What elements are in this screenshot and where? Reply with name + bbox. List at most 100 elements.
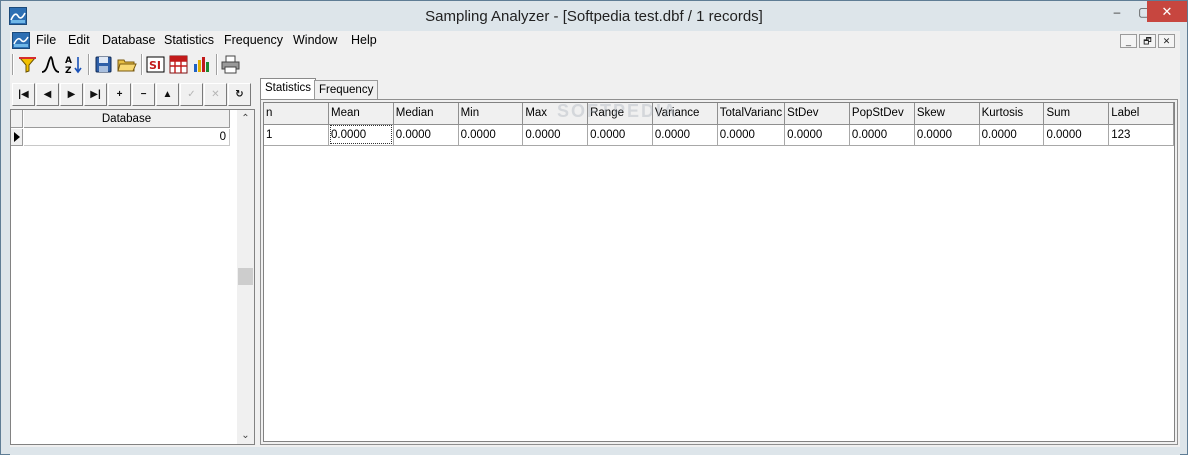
record-navigator: |◀ ◀ ▶ ▶| + − ▲ ✓ ✕ ↻ [10,81,257,107]
statistics-grid[interactable]: n Mean Median Min Max Range Variance Tot… [263,102,1175,442]
mdi-restore-button[interactable]: 🗗 [1139,34,1156,48]
toolbar-separator [88,54,90,75]
close-button[interactable]: ✕ [1147,1,1187,22]
menu-file[interactable]: File [36,33,56,47]
app-window: Sampling Analyzer - [Softpedia test.dbf … [0,0,1188,455]
column-header-skew[interactable]: Skew [914,103,980,125]
next-record-icon: ▶ [67,89,76,100]
database-grid[interactable]: Database 0 ⌃ ⌄ [10,109,255,445]
first-record-icon: |◀ [18,89,29,100]
menu-database[interactable]: Database [102,33,156,47]
mdi-close-button[interactable]: ✕ [1158,34,1175,48]
table-cell[interactable]: 0.0000 [458,124,524,146]
client-area: |◀ ◀ ▶ ▶| + − ▲ ✓ ✕ ↻ Database 0 ⌃ ⌄ Sta… [10,78,1180,447]
database-cell[interactable]: 0 [24,129,230,146]
refresh-icon: ↻ [235,89,244,100]
navigator-insert-button[interactable]: + [108,83,131,106]
column-header-kurtosis[interactable]: Kurtosis [979,103,1045,125]
navigator-edit-button[interactable]: ▲ [156,83,179,106]
minimize-icon: ‒ [1113,4,1121,19]
post-record-icon: ✓ [187,89,196,100]
menu-window[interactable]: Window [293,33,337,47]
table-cell[interactable]: 0.0000 [1043,124,1110,146]
column-header-sum[interactable]: Sum [1043,103,1110,125]
statistics-header-row: n Mean Median Min Max Range Variance Tot… [264,103,1174,125]
sort-az-icon[interactable]: A Z [63,54,84,75]
mdi-minimize-button[interactable]: _ [1120,34,1137,48]
table-cell[interactable]: 0.0000 [393,124,459,146]
navigator-cancel-button[interactable]: ✕ [204,83,227,106]
svg-text:SI: SI [149,59,161,72]
table-cell[interactable]: 0.0000 [652,124,718,146]
table-cell[interactable]: 0.0000 [587,124,653,146]
table-cell[interactable]: 0.0000 [717,124,786,146]
table-cell[interactable]: 0.0000 [328,124,394,146]
scroll-down-icon[interactable]: ⌄ [237,427,254,444]
bar-chart-icon[interactable] [191,54,212,75]
database-vertical-scrollbar[interactable]: ⌃ ⌄ [237,110,254,444]
save-icon[interactable] [93,54,114,75]
menu-bar: File Edit Database Statistics Frequency … [10,31,1180,51]
tab-frequency[interactable]: Frequency [314,80,379,100]
prior-record-icon: ◀ [43,89,52,100]
menu-help[interactable]: Help [351,33,377,47]
statistics-panel: n Mean Median Min Max Range Variance Tot… [260,99,1178,445]
table-cell[interactable]: 123 [1108,124,1174,146]
table-row[interactable]: 1 0.0000 0.0000 0.0000 0.0000 0.0000 0.0… [264,124,1174,146]
column-header-n[interactable]: n [264,103,329,125]
mdi-controls: _ 🗗 ✕ [1118,32,1178,50]
cancel-record-icon: ✕ [211,89,220,100]
navigator-refresh-button[interactable]: ↻ [228,83,251,106]
document-window-icon[interactable] [12,32,30,49]
insert-record-icon: + [116,89,123,100]
printer-icon[interactable] [220,54,241,75]
scrollbar-thumb[interactable] [238,268,253,285]
tab-statistics[interactable]: Statistics [260,78,317,100]
menu-statistics[interactable]: Statistics [164,33,214,47]
table-cell[interactable]: 0.0000 [979,124,1045,146]
watermark: SOFTPEDIA [557,101,679,121]
mdi-restore-icon: 🗗 [1143,36,1152,46]
column-header-mean[interactable]: Mean [328,103,394,125]
last-record-icon: ▶| [90,89,101,100]
close-icon: ✕ [1161,3,1173,19]
mdi-close-icon: ✕ [1162,36,1171,46]
column-header-label[interactable]: Label [1108,103,1174,125]
filter-icon[interactable] [17,54,38,75]
navigator-post-button[interactable]: ✓ [180,83,203,106]
navigator-prior-button[interactable]: ◀ [36,83,59,106]
column-header-median[interactable]: Median [393,103,459,125]
navigator-first-button[interactable]: |◀ [12,83,35,106]
delete-record-icon: − [140,89,147,100]
current-row-indicator [11,129,23,146]
minimize-button[interactable]: ‒ [1103,1,1131,22]
column-header-stdev[interactable]: StDev [784,103,850,125]
menu-edit[interactable]: Edit [68,33,90,47]
scroll-up-icon[interactable]: ⌃ [237,110,254,127]
database-column-header[interactable]: Database [24,110,230,128]
table-cell[interactable]: 0.0000 [522,124,589,146]
current-row-arrow-icon [14,132,20,142]
column-header-pop-stdev[interactable]: PopStDev [849,103,915,125]
svg-text:A: A [65,56,72,66]
column-header-total-variance[interactable]: TotalVarianc [717,103,786,125]
statistics-report-icon[interactable]: SI [145,54,166,75]
column-header-min[interactable]: Min [458,103,524,125]
mdi-minimize-icon: _ [1125,36,1131,46]
navigator-last-button[interactable]: ▶| [84,83,107,106]
table-cell[interactable]: 1 [264,124,329,146]
toolbar: A Z SI [10,51,1180,78]
title-bar[interactable]: Sampling Analyzer - [Softpedia test.dbf … [1,1,1187,32]
navigator-next-button[interactable]: ▶ [60,83,83,106]
table-cell[interactable]: 0.0000 [784,124,850,146]
tab-strip: Statistics Frequency [260,78,1180,100]
grid-indicator-header [11,110,23,128]
normal-curve-icon[interactable] [40,54,61,75]
open-folder-icon[interactable] [116,54,137,75]
menu-frequency[interactable]: Frequency [224,33,283,47]
navigator-delete-button[interactable]: − [132,83,155,106]
table-cell[interactable]: 0.0000 [914,124,980,146]
table-icon[interactable] [168,54,189,75]
table-cell[interactable]: 0.0000 [849,124,915,146]
window-title: Sampling Analyzer - [Softpedia test.dbf … [425,8,763,25]
